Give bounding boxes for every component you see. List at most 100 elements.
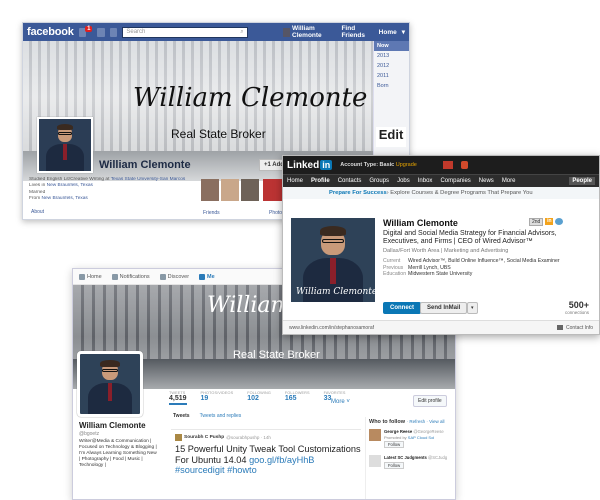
photo-signature: William Clemonte <box>296 286 375 297</box>
stat-photos-videos[interactable]: Photos/Videos 19 <box>201 391 234 405</box>
facebook-topbar: facebook 1 Search ⌕ William Clemonte Fin… <box>23 23 409 41</box>
linkedin-name: William Clemonte <box>383 218 458 228</box>
nav-discover[interactable]: Discover <box>159 273 189 280</box>
tweet[interactable]: Sourabh C Pushp @sourabhpushp · 14h 15 P… <box>171 429 361 499</box>
year-now[interactable]: Now <box>374 41 409 51</box>
friend-thumbnail[interactable] <box>201 179 219 201</box>
nav-news[interactable]: News <box>479 178 494 184</box>
nav-me[interactable]: Me <box>199 273 215 280</box>
messages-icon[interactable] <box>97 27 105 37</box>
profile-info-list: Studied English Lit/Creative Writing at … <box>29 177 204 203</box>
bell-icon <box>111 273 118 280</box>
row-education: Education Midwestern State University <box>383 271 473 278</box>
linkedin-topbar: Linked in Account Type: Basic Upgrade <box>283 156 599 174</box>
tweet-author[interactable]: Sourabh C Pushp @sourabhpushp · 14h <box>175 434 271 441</box>
refresh-view-all-links[interactable]: · Refresh · View all <box>407 419 445 424</box>
profile-footer: www.linkedin.com/in/stephanosamoraf Cont… <box>283 320 599 334</box>
cover-subtitle: Real State Broker <box>171 127 266 141</box>
profile-name[interactable]: William Clemonte <box>99 159 191 171</box>
notification-icon[interactable] <box>460 161 468 169</box>
facebook-search-input[interactable]: Search ⌕ <box>122 26 248 38</box>
cover-signature: William Clemonte <box>133 83 368 113</box>
public-profile-url[interactable]: www.linkedin.com/in/stephanosamoraf <box>289 325 374 331</box>
linkedin-logo[interactable]: Linked in <box>287 160 333 171</box>
connect-button[interactable]: Connect <box>383 302 421 314</box>
facebook-profile-picture[interactable] <box>37 117 93 173</box>
year-born[interactable]: Born <box>374 81 409 91</box>
tab-tweets[interactable]: Tweets <box>173 413 190 419</box>
chevron-down-icon[interactable]: ▾ <box>467 302 478 314</box>
nav-home[interactable]: Home <box>287 178 303 184</box>
upgrade-link[interactable]: Upgrade <box>396 162 417 168</box>
more-dropdown[interactable]: More ˅ <box>331 399 350 405</box>
twitter-bio: Writer@Media & Communication | Focused o… <box>79 439 157 469</box>
about-tab[interactable]: About <box>31 209 44 215</box>
edit-profile-button[interactable]: Edit profile <box>413 395 447 407</box>
year-2011[interactable]: 2011 <box>374 71 409 81</box>
friend-thumbnail[interactable] <box>241 179 259 201</box>
stat-tweets[interactable]: Tweets 4,519 <box>169 391 187 405</box>
year-2013[interactable]: 2013 <box>374 51 409 61</box>
person-photo <box>39 119 91 171</box>
card-icon <box>557 325 564 330</box>
settings-chevron-icon[interactable]: ▾ <box>402 28 405 36</box>
linkedin-nav: Home Profile Contacts Groups Jobs Inbox … <box>283 174 599 187</box>
year-2012[interactable]: 2012 <box>374 61 409 71</box>
twitter-avatar[interactable] <box>77 351 143 417</box>
info-from: From New Braunfels, Texas <box>29 196 88 202</box>
avatar[interactable] <box>369 455 381 467</box>
linkedin-headline: Digital and Social Media Strategy for Fi… <box>383 230 557 246</box>
edit-cover-label[interactable]: Edit <box>376 127 406 147</box>
profile-badges: 2nd in <box>529 218 564 226</box>
stat-following[interactable]: Following 102 <box>247 391 271 405</box>
avatar <box>282 27 291 37</box>
timeline-tabs: Tweets Tweets and replies <box>173 413 241 419</box>
avatar[interactable] <box>369 429 381 441</box>
nav-home[interactable]: Home <box>79 273 102 280</box>
twitter-name[interactable]: William Clemonte <box>79 421 146 430</box>
search-placeholder: Search <box>126 28 146 35</box>
friends-tab[interactable]: Friends <box>203 210 220 216</box>
notifications-icon[interactable] <box>109 27 118 37</box>
follow-button[interactable]: Follow <box>384 462 405 469</box>
row-previous: Previous Merrill Lynch, UBS <box>383 264 451 271</box>
who-to-follow-panel: Who to follow · Refresh · View all Georg… <box>365 417 455 499</box>
linkedin-in-icon: in <box>545 218 554 225</box>
people-search-select[interactable]: People <box>569 177 595 185</box>
send-inmail-button[interactable]: Send InMail <box>420 302 468 314</box>
nav-notifications[interactable]: Notifications <box>111 273 150 280</box>
nav-inbox[interactable]: Inbox <box>418 178 433 184</box>
friend-thumbnail[interactable] <box>221 179 239 201</box>
row-current: Current Wired Advisor™, Build Online Infl… <box>383 258 560 264</box>
influencer-icon <box>555 218 564 225</box>
flag-icon[interactable] <box>442 161 453 169</box>
twitter-handle[interactable]: @bgoetz <box>79 431 99 437</box>
follow-button[interactable]: Follow <box>384 441 405 448</box>
nav-groups[interactable]: Groups <box>369 178 389 184</box>
facebook-user-link[interactable]: William Clemonte <box>282 25 337 39</box>
contact-info-button[interactable]: Contact Info <box>557 325 593 331</box>
linkedin-profile-photo[interactable]: William Clemonte <box>291 218 375 302</box>
facebook-logo[interactable]: facebook <box>27 26 74 38</box>
connections-count: 500+ <box>568 300 589 310</box>
linkedin-location: Dallas/Fort Worth Area | Marketing and A… <box>383 248 509 254</box>
stat-followers[interactable]: Followers 165 <box>285 391 310 405</box>
home-link[interactable]: Home <box>379 29 397 36</box>
find-friends-link[interactable]: Find Friends <box>341 25 373 39</box>
nav-profile[interactable]: Profile <box>311 178 330 184</box>
composite-screenshot: facebook 1 Search ⌕ William Clemonte Fin… <box>0 0 600 500</box>
author-avatar <box>175 434 182 441</box>
home-icon <box>79 273 85 280</box>
nav-jobs[interactable]: Jobs <box>397 178 410 184</box>
tweet-text: 15 Powerful Unity Tweak Tool Customizati… <box>175 444 361 476</box>
nav-more[interactable]: More <box>502 178 516 184</box>
linkedin-profile-window: Linked in Account Type: Basic Upgrade Hom… <box>282 155 600 335</box>
user-name: William Clemonte <box>292 25 322 39</box>
nav-companies[interactable]: Companies <box>440 178 470 184</box>
tab-tweets-and-replies[interactable]: Tweets and replies <box>200 413 242 419</box>
follow-suggestion: George Reese @GeorgeReese Promoted by SA… <box>369 429 454 451</box>
nav-contacts[interactable]: Contacts <box>338 178 362 184</box>
profile-stats: Tweets 4,519 Photos/Videos 19 Following 102… <box>169 391 346 405</box>
ad-banner[interactable]: Prepare For Success › Explore Courses & … <box>283 187 599 199</box>
notification-badge: 1 <box>85 25 93 32</box>
